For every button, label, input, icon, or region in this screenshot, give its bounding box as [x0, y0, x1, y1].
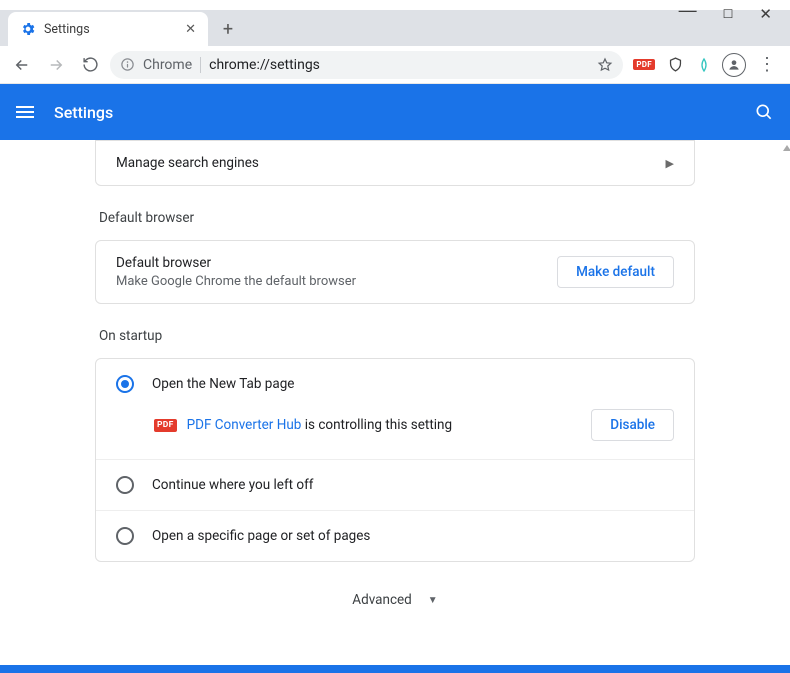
controlling-extension-name[interactable]: PDF Converter Hub	[187, 417, 302, 433]
reload-button[interactable]	[76, 51, 104, 79]
address-bar[interactable]: Chrome chrome://settings	[110, 51, 623, 79]
menu-icon[interactable]	[16, 106, 34, 118]
scrollbar-up-icon[interactable]	[782, 144, 788, 152]
window-controls: — ☐ ✕	[661, 0, 790, 28]
startup-option-continue[interactable]: Continue where you left off	[96, 460, 694, 510]
default-browser-subtitle: Make Google Chrome the default browser	[116, 274, 356, 289]
advanced-toggle[interactable]: Advanced ▼	[95, 562, 695, 618]
manage-search-engines-label: Manage search engines	[116, 155, 259, 171]
search-icon[interactable]	[754, 102, 774, 122]
chrome-menu-button[interactable]: ⋮	[752, 54, 782, 75]
browser-toolbar: Chrome chrome://settings PDF ⋮	[0, 46, 790, 84]
settings-content: Manage search engines ▶ Default browser …	[0, 140, 790, 665]
extension-controlling-notice: PDF PDF Converter Hub is controlling thi…	[96, 409, 694, 459]
extension-icons: PDF	[629, 56, 716, 73]
default-browser-title: Default browser	[116, 255, 356, 271]
search-engine-card: Manage search engines ▶	[95, 140, 695, 186]
site-info-icon[interactable]	[120, 57, 135, 72]
radio-icon[interactable]	[116, 375, 134, 393]
tab-settings[interactable]: Settings ✕	[8, 12, 208, 46]
default-browser-card: Default browser Make Google Chrome the d…	[95, 240, 695, 304]
new-tab-button[interactable]: +	[214, 15, 242, 43]
url-origin-chip: Chrome	[143, 57, 192, 73]
teal-extension-icon[interactable]	[696, 57, 712, 73]
settings-app-header: Settings	[0, 84, 790, 140]
startup-option-label: Open a specific page or set of pages	[152, 528, 370, 544]
pdf-extension-icon[interactable]: PDF	[633, 59, 655, 70]
window-bottom-border	[0, 665, 790, 673]
close-window-button[interactable]: ✕	[759, 5, 772, 23]
close-tab-icon[interactable]: ✕	[185, 22, 196, 37]
startup-option-specific-pages[interactable]: Open a specific page or set of pages	[96, 511, 694, 561]
radio-icon[interactable]	[116, 476, 134, 494]
back-button[interactable]	[8, 51, 36, 79]
startup-option-label: Continue where you left off	[152, 477, 314, 493]
chevron-down-icon: ▼	[428, 595, 438, 606]
pdf-badge-icon: PDF	[154, 419, 177, 432]
gear-icon	[20, 21, 36, 37]
shield-extension-icon[interactable]	[667, 56, 684, 73]
url-text: chrome://settings	[209, 57, 320, 73]
startup-option-label: Open the New Tab page	[152, 376, 294, 392]
manage-search-engines-row[interactable]: Manage search engines ▶	[96, 141, 694, 185]
profile-avatar[interactable]	[722, 53, 746, 77]
section-on-startup: On startup	[95, 304, 695, 358]
maximize-button[interactable]: ☐	[723, 7, 734, 21]
chevron-right-icon: ▶	[666, 157, 674, 170]
tab-title: Settings	[44, 22, 90, 37]
bookmark-star-icon[interactable]	[597, 57, 613, 73]
separator	[200, 57, 201, 73]
forward-button[interactable]	[42, 51, 70, 79]
minimize-button[interactable]: —	[679, 0, 697, 21]
advanced-label: Advanced	[352, 592, 412, 608]
disable-extension-button[interactable]: Disable	[591, 409, 674, 441]
settings-title: Settings	[54, 103, 113, 122]
radio-icon[interactable]	[116, 527, 134, 545]
make-default-button[interactable]: Make default	[557, 256, 674, 288]
startup-option-new-tab[interactable]: Open the New Tab page	[96, 359, 694, 409]
default-browser-row: Default browser Make Google Chrome the d…	[96, 241, 694, 303]
section-default-browser: Default browser	[95, 186, 695, 240]
controlling-suffix: is controlling this setting	[305, 417, 452, 433]
on-startup-card: Open the New Tab page PDF PDF Converter …	[95, 358, 695, 562]
